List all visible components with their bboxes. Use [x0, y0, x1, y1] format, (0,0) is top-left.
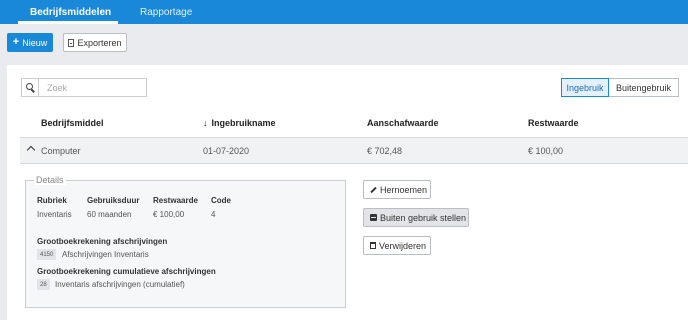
ledger-name-cumulatief: Inventaris afschrijvingen (cumulatief): [55, 280, 185, 289]
column-header-aanschafwaarde[interactable]: Aanschafwaarde: [367, 118, 439, 128]
ledger-code-badge: 28: [37, 279, 50, 290]
field-value-gebruiksduur: 60 maanden: [87, 210, 132, 219]
deactivate-button-label: Buiten gebruik stellen: [380, 212, 467, 223]
minus-square-icon: [370, 214, 377, 221]
column-header-ingebruikname-label: Ingebruikname: [211, 118, 276, 128]
filter-buitengebruik-button[interactable]: Buitengebruik: [609, 78, 679, 97]
field-label-code: Code: [211, 196, 231, 205]
cell-name: Computer: [41, 146, 81, 156]
document-icon: [68, 38, 75, 47]
export-button[interactable]: Exporteren: [63, 33, 127, 52]
delete-button-label: Verwijderen: [379, 240, 427, 251]
sort-descending-icon: ↓: [203, 118, 208, 128]
pencil-icon: [370, 186, 377, 193]
field-label-gebruiksduur: Gebruiksduur: [87, 196, 140, 205]
cell-date: 01-07-2020: [203, 146, 250, 156]
top-navigation: Bedrijfsmiddelen Rapportage: [0, 0, 688, 24]
main-panel: Ingebruik Buitengebruik Bedrijfsmiddel ↓…: [7, 65, 688, 320]
trash-icon: [370, 242, 376, 249]
new-button[interactable]: + Nieuw: [7, 33, 53, 52]
field-value-code: 4: [211, 210, 216, 219]
field-value-restwaarde: € 100,00: [153, 210, 185, 219]
new-button-label: Nieuw: [22, 37, 48, 48]
cell-purchase: € 702,48: [367, 146, 403, 156]
tab-bedrijfsmiddelen[interactable]: Bedrijfsmiddelen: [30, 7, 111, 18]
deactivate-button[interactable]: Buiten gebruik stellen: [363, 208, 469, 227]
table-row[interactable]: Computer 01-07-2020 € 702,48 € 100,00: [20, 138, 688, 164]
export-button-label: Exporteren: [77, 37, 122, 48]
rename-button-label: Hernoemen: [380, 184, 428, 195]
search-box: [21, 78, 147, 97]
rename-button[interactable]: Hernoemen: [363, 180, 431, 199]
chevron-up-icon[interactable]: [26, 145, 36, 155]
plus-icon: +: [12, 36, 20, 48]
active-tab-indicator: [18, 21, 118, 24]
delete-button[interactable]: Verwijderen: [363, 236, 431, 255]
tab-rapportage[interactable]: Rapportage: [140, 7, 192, 18]
column-header-restwaarde[interactable]: Restwaarde: [528, 118, 579, 128]
details-legend: Details: [34, 175, 66, 185]
column-header-ingebruikname[interactable]: ↓ Ingebruikname: [203, 118, 276, 128]
cell-residual: € 100,00: [528, 146, 564, 156]
ledger-code-badge: 4150: [37, 249, 57, 260]
ledger-title-afschrijvingen: Grootboekrekening afschrijvingen: [37, 237, 168, 246]
field-label-restwaarde: Restwaarde: [153, 196, 198, 205]
search-icon[interactable]: [22, 79, 39, 96]
details-fieldset: Details Rubriek Inventaris Gebruiksduur …: [25, 175, 346, 308]
search-input[interactable]: [40, 79, 146, 96]
ledger-name-afschrijvingen: Afschrijvingen Inventaris: [62, 250, 149, 259]
field-value-rubriek: Inventaris: [37, 210, 72, 219]
column-header-bedrijfsmiddel[interactable]: Bedrijfsmiddel: [41, 118, 104, 128]
filter-ingebruik-button[interactable]: Ingebruik: [561, 78, 609, 97]
ledger-title-cumulatief: Grootboekrekening cumulatieve afschrijvi…: [37, 267, 216, 276]
field-label-rubriek: Rubriek: [37, 196, 67, 205]
